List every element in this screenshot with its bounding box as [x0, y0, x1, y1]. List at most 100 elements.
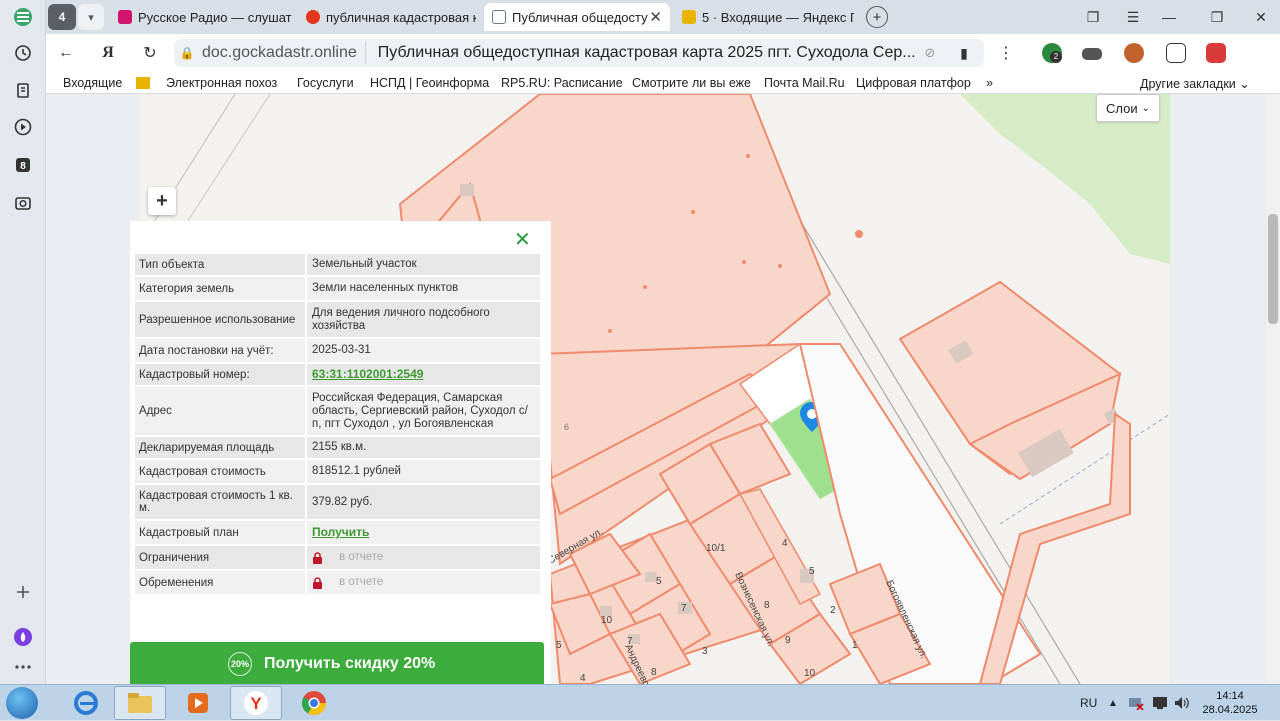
bookmarks-bar: Входящие Электронная похоз Госуслуги НСП… [46, 72, 1280, 94]
parcel-number: 2 [830, 605, 836, 616]
display-icon[interactable] [1152, 685, 1168, 721]
yandex-home-icon[interactable]: Я [96, 42, 120, 64]
row-key: Кадастровый номер: [135, 364, 305, 385]
tab-kadastr-search[interactable]: публичная кадастровая к [298, 3, 476, 31]
document-favicon-icon [492, 10, 506, 24]
parcel-number: 5 [556, 640, 562, 651]
address-bar-row: ← Я ↻ 🔒 doc.gockadastr.online Публичная … [46, 34, 1280, 72]
parcel-number: 6 [564, 422, 569, 432]
back-arrow-icon[interactable]: ← [54, 42, 78, 64]
locked-text: в отчете [339, 551, 384, 563]
extension-icon[interactable] [1166, 43, 1186, 63]
discount-badge: 20% [228, 652, 252, 676]
volume-icon[interactable] [1174, 685, 1190, 721]
get-discount-button[interactable]: 20% Получить скидку 20% [130, 642, 544, 686]
messenger-icon[interactable]: 8 [8, 150, 38, 180]
extension-icon[interactable] [1206, 43, 1226, 63]
parcel-number: 3 [702, 646, 708, 657]
yandex-logo-icon[interactable] [8, 2, 38, 32]
row-value: 818512.1 рублей [307, 460, 540, 483]
bookmark-item[interactable]: Смотрите ли вы еже [632, 76, 751, 90]
network-icon[interactable] [1128, 685, 1144, 721]
bookmark-item[interactable]: Электронная похоз [166, 76, 277, 90]
add-panel-icon[interactable] [8, 577, 38, 607]
tab-yandex-mail[interactable]: 5 · Входящие — Яндекс По [674, 3, 854, 31]
chrome-icon[interactable] [288, 686, 340, 720]
extension-icon[interactable] [1124, 43, 1144, 63]
internet-explorer-icon[interactable] [60, 686, 112, 720]
video-icon[interactable] [8, 112, 38, 142]
screenshot-icon[interactable] [8, 188, 38, 218]
system-clock[interactable]: 14:14 28.04.2025 [1200, 689, 1260, 717]
windows-taskbar: Y RU ▲ 14:14 28.04.2025 [0, 684, 1280, 720]
url-field[interactable]: 🔒 doc.gockadastr.online Публичная общедо… [174, 39, 984, 67]
table-row: Разрешенное использование Для ведения ли… [135, 302, 540, 339]
close-tab-icon[interactable]: ✕ [649, 8, 662, 26]
page-scrollbar[interactable] [1266, 94, 1280, 684]
tray-expand-icon[interactable]: ▲ [1108, 685, 1118, 721]
history-icon[interactable] [8, 38, 38, 68]
menu-icon[interactable]: ☰ [1122, 6, 1144, 28]
table-row: Тип объекта Земельный участок [135, 254, 540, 277]
bookmark-icon[interactable]: ▮ [952, 42, 976, 64]
extension-badge: 2 [1050, 51, 1062, 63]
new-tab-button[interactable]: + [866, 6, 888, 28]
parcel-number: 10/1 [706, 543, 726, 554]
close-panel-icon[interactable]: ✕ [514, 227, 531, 252]
clock-date: 28.04.2025 [1202, 704, 1258, 716]
row-value: 379.82 руб. [307, 485, 540, 519]
row-value: 2155 кв.м. [307, 437, 540, 458]
collections-icon[interactable] [8, 76, 38, 106]
get-cadastral-plan-link[interactable]: Получить [307, 521, 540, 544]
url-domain: doc.gockadastr.online [200, 42, 366, 64]
bookmark-item[interactable]: Цифровая платфор [856, 76, 971, 90]
layers-button[interactable]: Слои ⌄ [1096, 94, 1160, 122]
bookmark-item[interactable]: Входящие [63, 76, 122, 90]
tab-list-chevron-icon[interactable]: ▾ [78, 4, 104, 30]
tab-russkoe-radio[interactable]: Русское Радио — слушать [110, 3, 292, 31]
translate-off-icon[interactable]: ⊘ [918, 42, 942, 64]
svg-text:Y: Y [250, 694, 262, 713]
close-window-icon[interactable]: ✕ [1250, 6, 1272, 28]
windows-start-icon[interactable] [6, 687, 38, 719]
bookmark-item[interactable]: RP5.RU: Расписание [501, 76, 623, 90]
other-bookmarks[interactable]: Другие закладки ⌄ [1140, 76, 1250, 91]
tab-count-badge[interactable]: 4 [48, 4, 76, 30]
row-value: Земли населенных пунктов [307, 277, 540, 300]
language-indicator[interactable]: RU [1080, 685, 1097, 721]
table-row: Кадастровый план Получить [135, 521, 540, 546]
bookmark-item[interactable]: Госуслуги [297, 76, 354, 90]
cadastral-number-link[interactable]: 63:31:1102001:2549 [307, 364, 540, 385]
table-row: Декларируемая площадь 2155 кв.м. [135, 437, 540, 460]
russkoe-radio-favicon-icon [118, 10, 132, 24]
zoom-in-button[interactable]: + [148, 187, 176, 215]
parcel-number: 5 [656, 576, 662, 587]
tab-manager-icon[interactable]: ❐ [1082, 6, 1104, 28]
row-key: Разрешенное использование [135, 302, 305, 337]
reload-icon[interactable]: ↻ [138, 42, 162, 64]
more-vertical-icon[interactable]: ⋮ [994, 42, 1018, 64]
restore-icon[interactable]: ❐ [1206, 6, 1228, 28]
scrollbar-thumb[interactable] [1268, 214, 1278, 324]
table-row: Кадастровая стоимость 818512.1 рублей [135, 460, 540, 485]
minimize-icon[interactable]: — [1158, 6, 1180, 28]
tab-kadastr-map[interactable]: Публичная общедосту ✕ [484, 3, 670, 31]
file-explorer-icon[interactable] [114, 686, 166, 720]
bookmark-item[interactable]: НСПД | Геоинформа [370, 76, 489, 90]
alice-assistant-icon[interactable] [8, 622, 38, 652]
parcel-number: 7 [681, 603, 687, 614]
parcel-info-panel: ✕ Тип объекта Земельный участок Категори… [130, 221, 551, 684]
media-player-icon[interactable] [172, 686, 224, 720]
yandex-browser-taskbar-icon[interactable]: Y [230, 686, 282, 720]
layers-label: Слои [1105, 100, 1138, 116]
parcel-number: 4 [580, 673, 586, 684]
lock-icon[interactable]: 🔒 [174, 46, 200, 60]
lock-icon [313, 551, 322, 564]
url-page-title: Публичная общедоступная кадастровая карт… [377, 44, 916, 61]
bookmark-item[interactable]: Почта Mail.Ru [764, 76, 845, 90]
more-icon[interactable] [8, 652, 38, 682]
bookmarks-overflow[interactable]: » [986, 76, 993, 90]
table-row: Ограничения в отчете [135, 546, 540, 571]
extension-icon[interactable] [1082, 48, 1102, 60]
row-key: Декларируемая площадь [135, 437, 305, 458]
